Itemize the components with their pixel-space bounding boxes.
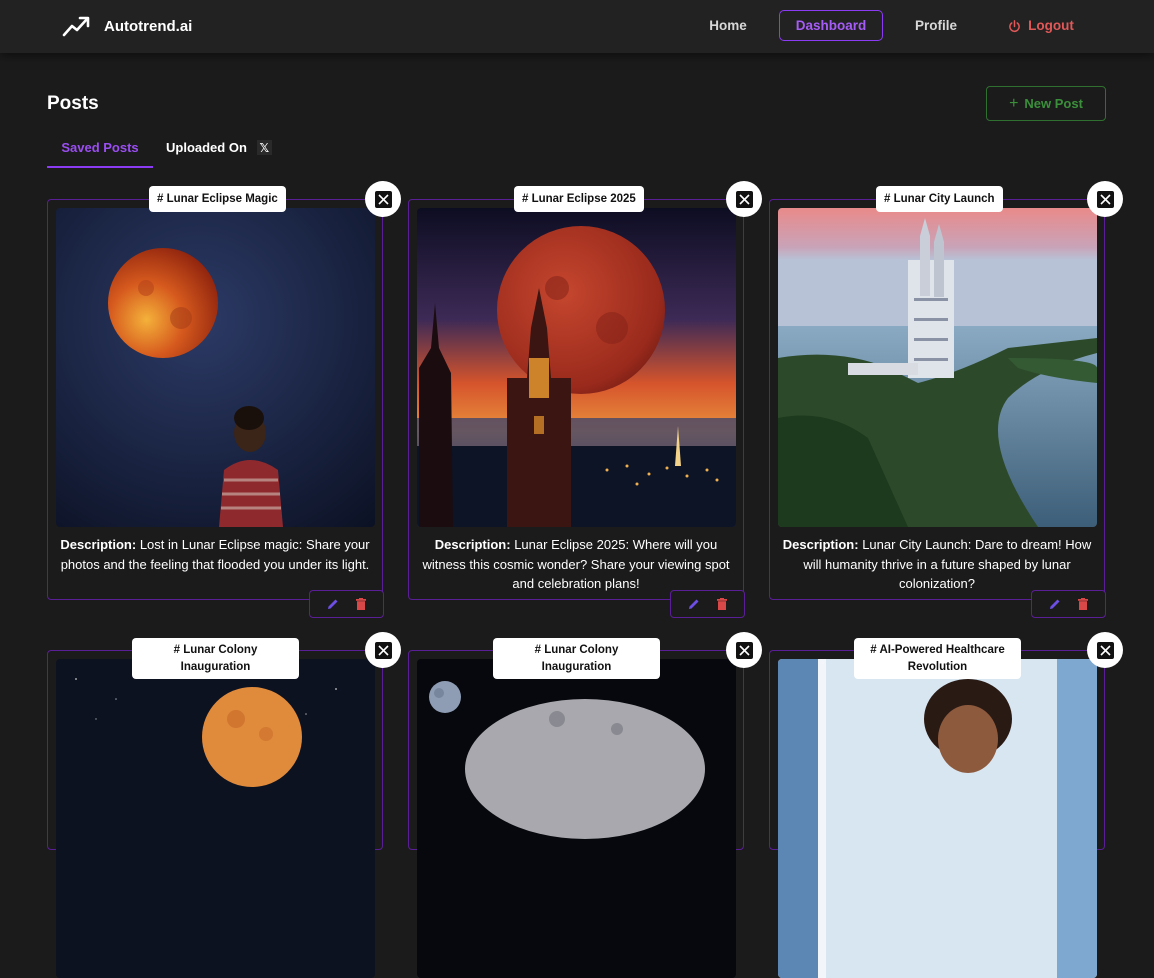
post-description: Description: Lunar City Launch: Dare to …	[780, 535, 1094, 594]
post-card	[408, 650, 744, 978]
post-tag: # Lunar Eclipse 2025	[514, 186, 644, 212]
post-card	[769, 650, 1105, 978]
nav-logout[interactable]: Logout	[1002, 10, 1080, 42]
nav-profile[interactable]: Profile	[903, 10, 969, 42]
page-title: Posts	[47, 93, 99, 114]
post-image	[778, 659, 1097, 978]
description-label: Description:	[434, 537, 511, 552]
share-x-button[interactable]	[365, 632, 401, 668]
x-logo-icon	[377, 644, 389, 656]
post-card	[47, 650, 383, 978]
new-post-button[interactable]: + New Post	[986, 86, 1106, 121]
post-tag: # AI-Powered Healthcare Revolution	[854, 638, 1021, 679]
nav-dashboard[interactable]: Dashboard	[779, 10, 883, 41]
x-logo-icon	[738, 193, 750, 205]
post-description: Description: Lunar Eclipse 2025: Where w…	[419, 535, 733, 594]
post-tag: # Lunar Eclipse Magic	[149, 186, 286, 212]
delete-icon[interactable]	[1078, 598, 1088, 610]
share-x-button[interactable]	[1087, 632, 1123, 668]
top-navbar: Autotrend.ai Home Dashboard Profile Logo…	[0, 0, 1154, 53]
x-logo-icon	[1099, 193, 1111, 205]
x-logo-icon: 𝕏	[256, 140, 272, 155]
tab-saved-posts[interactable]: Saved Posts	[47, 140, 153, 168]
brand-name: Autotrend.ai	[104, 17, 193, 35]
post-card: Description: Lunar City Launch: Dare to …	[769, 199, 1105, 600]
share-x-button[interactable]	[726, 632, 762, 668]
tab-uploaded-on[interactable]: Uploaded On 𝕏	[166, 140, 272, 155]
post-image	[56, 659, 375, 978]
post-actions	[670, 590, 745, 618]
edit-icon[interactable]	[1049, 598, 1061, 610]
plus-icon: +	[1009, 94, 1019, 112]
post-tag: # Lunar Colony Inauguration	[493, 638, 660, 679]
new-post-label: New Post	[1024, 96, 1083, 111]
share-x-button[interactable]	[365, 181, 401, 217]
post-card: Description: Lost in Lunar Eclipse magic…	[47, 199, 383, 600]
post-image	[778, 208, 1097, 527]
tab-uploaded-label: Uploaded On	[166, 140, 247, 155]
x-logo-icon	[377, 193, 389, 205]
nav-home[interactable]: Home	[697, 10, 759, 42]
post-actions	[1031, 590, 1106, 618]
post-card: Description: Lunar Eclipse 2025: Where w…	[408, 199, 744, 600]
delete-icon[interactable]	[356, 598, 366, 610]
trending-up-icon	[62, 16, 90, 37]
post-tag: # Lunar City Launch	[876, 186, 1003, 212]
post-image	[417, 659, 736, 978]
edit-icon[interactable]	[327, 598, 339, 610]
edit-icon[interactable]	[688, 598, 700, 610]
delete-icon[interactable]	[717, 598, 727, 610]
post-image	[417, 208, 736, 527]
post-description: Description: Lost in Lunar Eclipse magic…	[58, 535, 372, 574]
x-logo-icon	[738, 644, 750, 656]
post-actions	[309, 590, 384, 618]
power-icon	[1009, 19, 1020, 32]
brand[interactable]: Autotrend.ai	[62, 15, 192, 37]
description-label: Description:	[782, 537, 859, 552]
post-tag: # Lunar Colony Inauguration	[132, 638, 299, 679]
logout-label: Logout	[1028, 18, 1074, 33]
share-x-button[interactable]	[1087, 181, 1123, 217]
post-image	[56, 208, 375, 527]
description-label: Description:	[60, 537, 137, 552]
x-logo-icon	[1099, 644, 1111, 656]
share-x-button[interactable]	[726, 181, 762, 217]
